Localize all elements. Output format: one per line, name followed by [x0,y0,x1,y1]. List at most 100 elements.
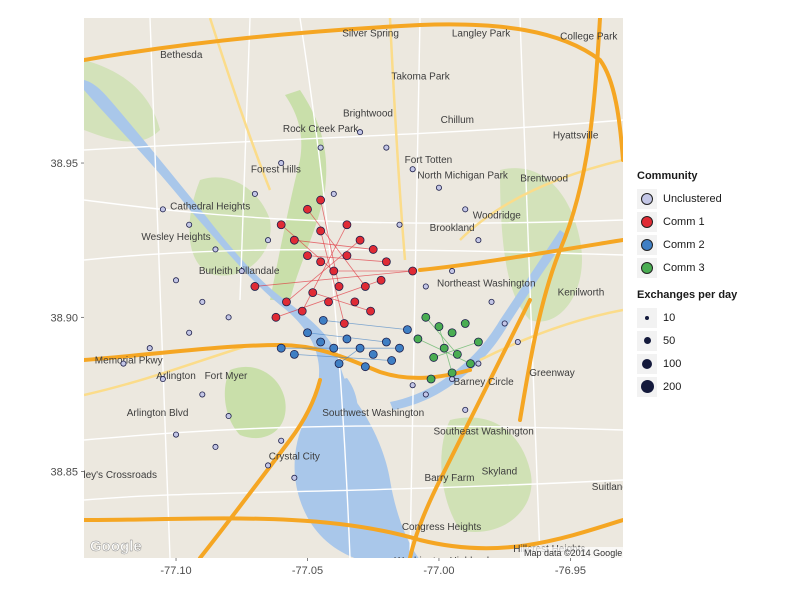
community-legend-title: Community [637,170,698,182]
place-label-suitland: Suitland [592,482,628,493]
x-tick-label: -76.95 [555,565,586,577]
unclustered-swatch [641,192,653,205]
size-legend-item-50: 50 [637,329,797,352]
point-comm-2 [402,325,412,335]
point-unclustered [357,129,364,136]
place-label-crystal-city: Crystal City [269,451,320,462]
legend-key [637,211,657,232]
place-label-fort-totten: Fort Totten [405,155,453,166]
point-unclustered [383,144,390,151]
point-comm-1 [250,282,260,291]
size-label-50: 50 [663,334,676,347]
place-label-congress-heights: Congress Heights [402,522,481,533]
place-label-cathedral-heights: Cathedral Heights [170,201,250,212]
place-label-skyland: Skyland [482,467,518,478]
place-label-takoma-park: Takoma Park [391,72,450,83]
place-label-north-michigan-park: North Michigan Park [417,170,509,181]
point-unclustered [186,221,193,228]
point-unclustered [251,190,258,197]
point-comm-1 [308,288,318,298]
comm-2-swatch [641,238,653,251]
point-comm-2 [355,343,365,353]
point-comm-1 [297,306,307,316]
point-comm-2 [276,343,286,353]
point-comm-1 [381,257,391,267]
place-label-brentwood: Brentwood [520,174,568,185]
point-unclustered [396,221,403,228]
point-unclustered [409,166,416,173]
size-dot-100 [642,358,652,369]
x-tick-label: -77.05 [292,565,323,577]
point-unclustered [238,268,245,275]
point-unclustered [278,160,285,167]
place-label-memorial-pkwy: Memorial Pkwy [95,356,163,367]
point-unclustered [265,237,272,244]
legend-label-unclustered: Unclustered [663,192,722,205]
point-comm-1 [339,319,349,328]
point-comm-1 [368,245,378,254]
point-comm-1 [342,220,352,230]
point-unclustered [514,338,521,345]
google-logo[interactable]: Google [90,538,142,555]
place-label-barney-circle: Barney Circle [454,377,514,388]
point-comm-2 [368,349,378,359]
legend-item-comm-1: Comm 1 [637,210,797,233]
y-tick-label: 38.85 [50,467,78,479]
legend-label-comm-1: Comm 1 [663,215,705,228]
size-dot-10 [645,315,649,320]
place-label-southwest-washington: Southwest Washington [322,408,424,419]
legend-key [637,307,657,328]
point-comm-1 [350,297,360,307]
point-comm-2 [329,343,339,353]
point-unclustered [462,406,469,413]
point-comm-2 [360,362,370,372]
comm-3-swatch [641,261,653,274]
point-comm-1 [408,266,418,276]
point-comm-2 [303,328,312,338]
point-comm-2 [395,343,404,353]
point-unclustered [146,345,153,352]
legend-key [637,257,657,278]
place-label-southeast-washington: Southeast Washington [434,427,534,438]
point-comm-2 [381,337,391,347]
map-attribution[interactable]: Map data ©2014 Google [524,548,622,558]
place-label-forest-hills: Forest Hills [251,164,301,175]
point-comm-3 [447,328,457,338]
place-label-rock-creek-park: Rock Creek Park [283,124,360,135]
point-comm-3 [473,337,483,347]
point-comm-2 [316,337,326,347]
legend-key [637,330,657,351]
place-label-hyattsville: Hyattsville [553,130,599,141]
point-unclustered [475,237,482,244]
x-axis: -77.10 -77.05 -77.00 -76.95 [160,558,586,577]
size-label-200: 200 [663,380,682,393]
point-unclustered [225,413,232,420]
point-comm-2 [334,359,344,369]
point-unclustered [435,184,442,191]
point-unclustered [501,320,508,327]
legend-label-comm-2: Comm 2 [663,238,705,251]
y-axis: 38.85 38.90 38.95 [50,158,84,479]
point-unclustered [462,206,469,213]
point-comm-3 [452,349,462,359]
legend-key [637,234,657,255]
place-label-greenway: Greenway [529,368,575,379]
point-comm-2 [387,356,397,365]
legend-key [637,188,657,209]
size-label-10: 10 [663,311,676,324]
point-unclustered [422,283,429,290]
point-comm-1 [303,251,312,261]
legend-label-comm-3: Comm 3 [663,261,705,274]
point-comm-1 [282,297,291,307]
point-comm-3 [466,359,475,369]
place-label-bethesda: Bethesda [160,50,203,61]
point-unclustered [212,246,219,253]
point-comm-1 [316,226,326,236]
place-label-langley-park: Langley Park [452,29,511,40]
place-label-chillum: Chillum [441,115,474,126]
point-unclustered [488,298,495,305]
point-unclustered [278,437,285,444]
place-label-silver-spring: Silver Spring [342,29,399,40]
point-comm-1 [316,195,326,205]
place-label-fort-myer: Fort Myer [205,371,248,382]
